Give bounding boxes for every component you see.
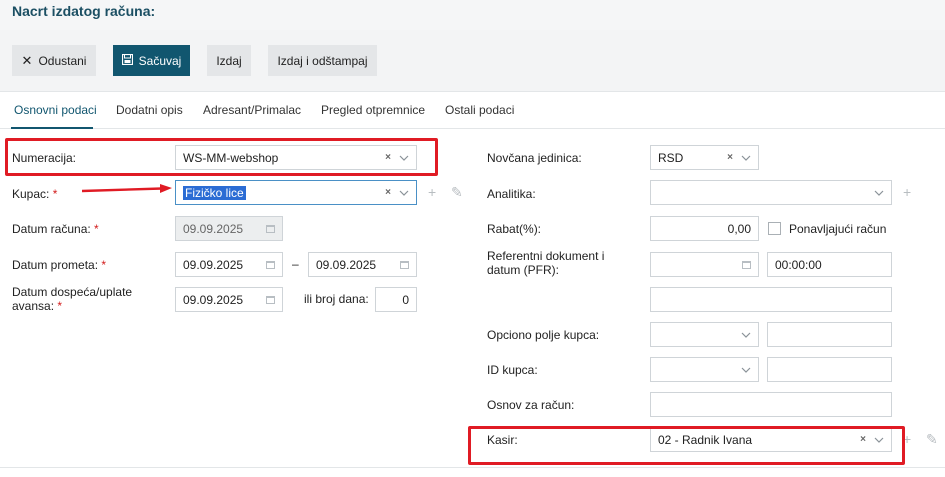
datum-prometa-to-field[interactable]: 09.09.2025	[308, 252, 417, 277]
broj-dana-input[interactable]: 0	[375, 287, 417, 312]
chevron-down-icon[interactable]	[874, 190, 884, 196]
id-kupca-select[interactable]	[650, 357, 759, 382]
analitika-label: Analitika:	[487, 187, 536, 201]
datum-prometa-to-value: 09.09.2025	[316, 257, 377, 272]
required-marker: *	[57, 299, 63, 313]
referentni-datum-field[interactable]	[650, 252, 759, 277]
datum-dospeca-label-line2: avansa:	[12, 299, 55, 313]
kupac-value[interactable]: Fizičko lice	[183, 185, 246, 200]
calendar-icon	[266, 224, 275, 233]
osnov-label: Osnov za račun:	[487, 398, 575, 412]
novcana-jedinica-label: Novčana jedinica:	[487, 151, 582, 165]
datum-prometa-label: Datum prometa: *	[12, 258, 106, 272]
calendar-icon[interactable]	[266, 295, 275, 304]
id-kupca-input[interactable]	[767, 357, 892, 382]
tab-pregled-otpremnice[interactable]: Pregled otpremnice	[321, 103, 425, 117]
chevron-down-icon[interactable]	[741, 367, 751, 373]
referentni-dokument-label: Referentni dokument i datum (PFR):	[487, 249, 604, 277]
kupac-label: Kupac: *	[12, 187, 57, 201]
novcana-jedinica-select[interactable]: RSD ×	[650, 145, 759, 170]
kupac-label-text: Kupac:	[12, 187, 50, 201]
date-range-dash: –	[292, 257, 299, 271]
issue-button-label: Izdaj	[216, 53, 242, 68]
edit-kupac-icon[interactable]: ✎	[451, 184, 463, 201]
opciono-polje-input[interactable]	[767, 322, 892, 347]
cancel-button-label: Odustani	[38, 53, 87, 68]
calendar-icon[interactable]	[266, 260, 275, 269]
issue-button[interactable]: Izdaj	[207, 45, 251, 76]
datum-racuna-value: 09.09.2025	[183, 221, 244, 236]
bottom-divider	[0, 467, 945, 468]
datum-racuna-label-text: Datum računa:	[12, 222, 91, 236]
datum-prometa-from-field[interactable]: 09.09.2025	[175, 252, 283, 277]
tab-osnovni-podaci[interactable]: Osnovni podaci	[14, 103, 97, 117]
novcana-jedinica-value: RSD	[658, 150, 684, 165]
datum-dospeca-field[interactable]: 09.09.2025	[175, 287, 283, 312]
rabat-label: Rabat(%):	[487, 222, 542, 236]
referentni-vreme-field[interactable]: 00:00:00	[767, 252, 892, 277]
cancel-button[interactable]: ✕ Odustani	[12, 45, 96, 76]
page-title: Nacrt izdatog računa:	[12, 3, 156, 19]
rabat-value: 0,00	[727, 221, 751, 236]
datum-prometa-label-text: Datum prometa:	[12, 258, 99, 272]
opciono-polje-select[interactable]	[650, 322, 759, 347]
datum-dospeca-label-line1: Datum dospeća/uplate	[12, 285, 133, 299]
referentni-dokument-label-line2: datum (PFR):	[487, 263, 560, 277]
close-icon: ✕	[21, 52, 33, 68]
calendar-icon[interactable]	[400, 260, 409, 269]
active-tab-indicator	[11, 127, 93, 129]
broj-dana-value: 0	[402, 292, 409, 307]
datum-racuna-field: 09.09.2025	[175, 216, 283, 241]
tab-ostali-podaci[interactable]: Ostali podaci	[445, 103, 514, 117]
kasir-highlight-box	[468, 426, 905, 465]
add-kupac-icon[interactable]: +	[428, 184, 436, 200]
broj-dana-label: ili broj dana:	[304, 292, 369, 306]
opciono-polje-label: Opciono polje kupca:	[487, 328, 600, 342]
save-button-label: Sačuvaj	[138, 53, 182, 68]
clear-icon[interactable]: ×	[385, 187, 391, 198]
arrow-annotation	[82, 184, 172, 193]
tab-adresant-primalac[interactable]: Adresant/Primalac	[203, 103, 301, 117]
referentni-dokument-label-line1: Referentni dokument i	[487, 249, 605, 263]
recurring-label: Ponavljajući račun	[789, 222, 887, 236]
required-marker: *	[52, 187, 58, 201]
kupac-select[interactable]: Fizičko lice ×	[175, 180, 417, 205]
osnov-input[interactable]	[650, 392, 892, 417]
clear-icon[interactable]: ×	[727, 152, 733, 163]
datum-dospeca-label: Datum dospeća/uplate avansa: *	[12, 285, 132, 313]
tab-dodatni-opis[interactable]: Dodatni opis	[116, 103, 183, 117]
id-kupca-label: ID kupca:	[487, 363, 538, 377]
required-marker: *	[94, 222, 99, 236]
datum-racuna-label: Datum računa: *	[12, 222, 99, 236]
issue-print-button[interactable]: Izdaj i odštampaj	[268, 45, 377, 76]
save-icon	[121, 53, 133, 68]
required-marker: *	[101, 258, 107, 272]
edit-kasir-icon[interactable]: ✎	[926, 431, 938, 448]
datum-prometa-from-value: 09.09.2025	[183, 257, 244, 272]
chevron-down-icon[interactable]	[399, 190, 409, 196]
referentni-vreme-value: 00:00:00	[775, 257, 822, 272]
recurring-checkbox[interactable]	[768, 222, 781, 235]
issue-print-button-label: Izdaj i odštampaj	[277, 53, 368, 68]
datum-dospeca-value: 09.09.2025	[183, 292, 244, 307]
save-button[interactable]: Sačuvaj	[113, 45, 190, 76]
chevron-down-icon[interactable]	[741, 332, 751, 338]
calendar-icon[interactable]	[742, 260, 751, 269]
numeracija-highlight-box	[5, 138, 438, 176]
referentni-dokument-input[interactable]	[650, 287, 892, 312]
analitika-select[interactable]	[650, 180, 892, 205]
rabat-input[interactable]: 0,00	[650, 216, 759, 241]
chevron-down-icon[interactable]	[741, 155, 751, 161]
add-analitika-icon[interactable]: +	[903, 184, 911, 200]
